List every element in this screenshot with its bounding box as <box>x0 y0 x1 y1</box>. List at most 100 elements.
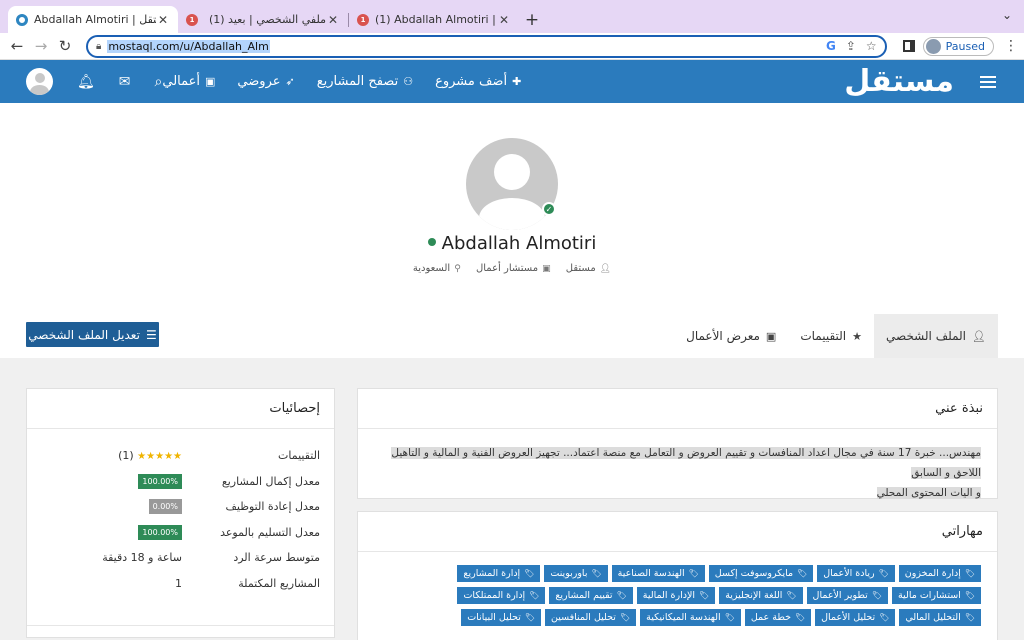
close-tab-icon[interactable]: ✕ <box>497 13 511 27</box>
online-status-dot <box>427 238 436 246</box>
skill-tag[interactable]: 🏷︎ تحليل الأعمال <box>815 609 896 626</box>
tag-icon: 🏷︎ <box>878 569 889 578</box>
rating-stars-icon: ★★★★★ <box>137 451 182 463</box>
skill-label: اللغة الإنجليزية <box>725 590 783 601</box>
stat-label: متوسط سرعة الرد <box>233 551 320 565</box>
more-menu-icon[interactable]: ⋮ <box>1004 38 1018 54</box>
close-tab-icon[interactable]: ✕ <box>326 13 340 27</box>
browser-tab-bar: Abdallah Almotiri | مستقل ✕ 1 (1) ملفي ا… <box>0 0 1024 33</box>
tab-portfolio[interactable]: ▣ معرض الأعمال <box>674 314 788 358</box>
skill-tag[interactable]: 🏷︎ إدارة المشاريع <box>457 565 541 582</box>
browser-tab-3[interactable]: 1 (1) Abdallah Almotiri | بعيد ✕ <box>349 6 519 33</box>
nav-my-works[interactable]: ▣ أعمالي <box>162 74 215 89</box>
tag-icon: 🏷︎ <box>529 591 540 600</box>
tab-search-chevron-icon[interactable]: ⌄ <box>1002 8 1012 22</box>
tab-profile[interactable]: 👤︎ الملف الشخصي <box>874 314 998 358</box>
site-header: 🔔︎ ✉ ⌕ ✚ أضف مشروع ⚇ تصفح المشاريع ➶ عرو… <box>0 60 1024 103</box>
skill-tag[interactable]: 🏷︎ ريادة الأعمال <box>817 565 895 582</box>
profile-paused-chip[interactable]: Paused <box>922 36 994 56</box>
lock-icon[interactable]: 🔒︎ <box>96 41 101 52</box>
google-lens-icon[interactable]: G <box>826 39 836 53</box>
edit-profile-button[interactable]: تعديل الملف الشخصي ☰ <box>26 322 159 347</box>
skill-label: باوربوينت <box>550 568 588 579</box>
skill-label: تحليل البيانات <box>467 612 521 623</box>
skill-tag[interactable]: 🏷︎ باوربوينت <box>544 565 608 582</box>
status-badge: 100.00% <box>138 473 182 489</box>
users-icon: ⚇ <box>403 75 414 88</box>
main-nav: ✚ أضف مشروع ⚇ تصفح المشاريع ➶ عروضي ▣ أع… <box>162 74 816 89</box>
skill-tag[interactable]: 🏷︎ تحليل المنافسين <box>545 609 637 626</box>
skill-tag[interactable]: 🏷︎ تقييم المشاريع <box>549 587 633 604</box>
tag-icon: 🏷︎ <box>879 613 890 622</box>
browser-tab-2[interactable]: 1 (1) ملفي الشخصي | بعيد ✕ <box>178 6 348 33</box>
back-arrow-icon[interactable]: ← <box>6 35 28 57</box>
star-icon: ★ <box>852 329 863 343</box>
bell-icon[interactable]: 🔔︎ <box>77 74 95 90</box>
stat-value: 1 <box>175 576 182 590</box>
profile-name-row: Abdallah Almotiri <box>0 233 1024 254</box>
profile-tabs-row: تعديل الملف الشخصي ☰ 👤︎ الملف الشخصي ★ ا… <box>0 314 1024 358</box>
hamburger-menu-icon[interactable] <box>980 75 996 88</box>
status-badge: 0.00% <box>148 499 182 515</box>
tab-reviews[interactable]: ★ التقييمات <box>788 314 874 358</box>
profile-tabs: 👤︎ الملف الشخصي ★ التقييمات ▣ معرض الأعم… <box>674 314 998 358</box>
skills-title: مهاراتي <box>358 512 997 552</box>
address-bar[interactable]: 🔒︎ mostaql.com/u/Abdallah_Alm G ⇪ ☆ <box>86 34 887 58</box>
skill-tag[interactable]: 🏷︎ مايكروسوفت إكسل <box>708 565 814 582</box>
skill-tag[interactable]: 🏷︎ تطوير الأعمال <box>806 587 888 604</box>
about-line-2: و اليات المحتوى المحلي <box>876 487 981 499</box>
mostaql-favicon-icon <box>16 13 28 26</box>
nav-label: أعمالي <box>162 74 201 89</box>
skill-tag[interactable]: 🏷︎ الهندسة الصناعية <box>611 565 705 582</box>
skill-tag[interactable]: 🏷︎ تحليل البيانات <box>461 609 542 626</box>
skill-tag[interactable]: 🏷︎ الإدارة المالية <box>636 587 716 604</box>
tag-icon: 🏷︎ <box>964 591 975 600</box>
nav-my-offers[interactable]: ➶ عروضي <box>237 74 294 89</box>
stat-label: المشاريع المكتملة <box>238 576 320 590</box>
share-icon[interactable]: ⇪ <box>846 39 856 53</box>
skill-tag[interactable]: 🏷︎ الهندسة الميكانيكية <box>640 609 741 626</box>
reload-icon[interactable]: ↻ <box>54 35 76 57</box>
skill-tag[interactable]: 🏷︎ استشارات مالية <box>891 587 981 604</box>
stat-label: التقييمات <box>278 449 320 463</box>
nav-add-project[interactable]: ✚ أضف مشروع <box>435 74 521 89</box>
profile-avatar <box>466 138 558 230</box>
site-logo[interactable]: مستقل <box>844 64 955 99</box>
paused-label: Paused <box>945 39 985 53</box>
tab-title: Abdallah Almotiri | مستقل <box>34 13 156 26</box>
about-line-1: مهندس... خبرة 17 سنة في مجال اعداد المنا… <box>391 447 981 479</box>
stat-value-wrap: ★★★★★ (1) <box>41 449 182 462</box>
skill-tag[interactable]: 🏷︎ خطة عمل <box>744 609 812 626</box>
user-avatar[interactable] <box>26 68 53 95</box>
nav-browse-projects[interactable]: ⚇ تصفح المشاريع <box>317 74 413 89</box>
skills-card: مهاراتي 🏷︎ إدارة المخزون 🏷︎ ريادة الأعمال 🏷︎… <box>357 511 998 640</box>
side-panel-icon[interactable] <box>902 40 915 52</box>
stat-value: ساعة و 18 دقيقة <box>102 551 182 565</box>
sliders-icon: ☰ <box>145 327 157 342</box>
edit-profile-label: تعديل الملف الشخصي <box>28 327 140 342</box>
url-text[interactable]: mostaql.com/u/Abdallah_Alm <box>107 39 270 53</box>
briefcase-icon: ▣ <box>542 264 551 274</box>
bookmark-star-icon[interactable]: ☆ <box>866 39 877 53</box>
close-tab-icon[interactable]: ✕ <box>156 13 170 27</box>
stat-row-response: متوسط سرعة الرد ساعة و 18 دقيقة <box>27 545 334 571</box>
stat-row-completed: المشاريع المكتملة 1 <box>27 571 334 597</box>
skill-tag[interactable]: 🏷︎ إدارة الممتلكات <box>457 587 546 604</box>
new-tab-button[interactable]: + <box>519 6 545 33</box>
forward-arrow-icon[interactable]: → <box>30 35 52 57</box>
search-icon[interactable]: ⌕ <box>155 74 163 90</box>
skill-label: الإدارة المالية <box>642 590 696 601</box>
skill-tag[interactable]: 🏷︎ اللغة الإنجليزية <box>719 587 803 604</box>
baeed-favicon-icon: 1 <box>186 13 198 26</box>
skill-tag[interactable]: 🏷︎ إدارة المخزون <box>898 565 981 582</box>
skill-tag[interactable]: 🏷︎ التحليل المالي <box>899 609 981 626</box>
nav-label: أضف مشروع <box>435 74 508 89</box>
stat-label: معدل إكمال المشاريع <box>221 474 320 488</box>
skill-label: خطة عمل <box>750 612 791 623</box>
browser-tab-1[interactable]: Abdallah Almotiri | مستقل ✕ <box>8 6 178 33</box>
tag-icon: 🏷︎ <box>524 613 536 622</box>
profile-country: السعودية <box>412 263 451 274</box>
envelope-icon[interactable]: ✉ <box>119 74 131 90</box>
status-badge: 100.00% <box>138 524 182 540</box>
about-text: مهندس... خبرة 17 سنة في مجال اعداد المنا… <box>374 443 981 503</box>
